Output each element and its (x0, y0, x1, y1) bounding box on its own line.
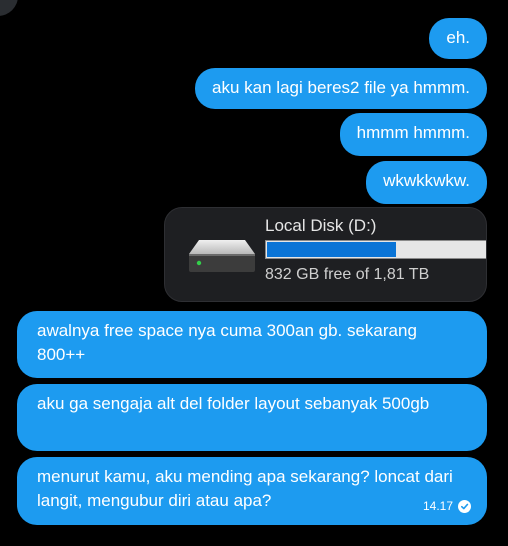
chat-conversation: eh. aku kan lagi beres2 file ya hmmm. hm… (0, 0, 508, 546)
message-bubble[interactable]: awalnya free space nya cuma 300an gb. se… (17, 311, 487, 378)
avatar[interactable] (0, 0, 18, 16)
read-receipt-icon (458, 499, 471, 513)
message-bubble[interactable]: menurut kamu, aku mending apa sekarang? … (17, 457, 487, 525)
message-text: wkwkkwkw. (383, 171, 470, 190)
message-bubble[interactable]: eh. (429, 18, 487, 59)
message-bubble[interactable]: aku ga sengaja alt del folder layout seb… (17, 384, 487, 451)
message-bubble[interactable]: hmmm hmmm. (339, 113, 487, 156)
message-text: eh. (446, 28, 470, 47)
message-text: aku kan lagi beres2 file ya hmmm. (212, 78, 470, 97)
message-text: awalnya free space nya cuma 300an gb. se… (37, 321, 417, 364)
drive-name: Local Disk (D:) (265, 216, 377, 235)
hard-drive-icon (189, 240, 255, 272)
image-attachment[interactable]: Local Disk (D:) 832 GB free of 1,81 TB (164, 207, 487, 302)
message-bubble[interactable]: aku kan lagi beres2 file ya hmmm. (195, 68, 487, 109)
disk-usage-bar (265, 240, 486, 259)
message-text: hmmm hmmm. (356, 123, 470, 142)
message-timestamp: 14.17 (422, 499, 453, 513)
message-bubble[interactable]: wkwkkwkw. (366, 161, 487, 204)
message-text: menurut kamu, aku mending apa sekarang? … (37, 467, 453, 510)
message-meta: 14.17 (423, 499, 471, 513)
disk-usage-fill (267, 242, 396, 257)
drive-free-space: 832 GB free of 1,81 TB (265, 266, 430, 283)
message-text: aku ga sengaja alt del folder layout seb… (37, 394, 430, 413)
